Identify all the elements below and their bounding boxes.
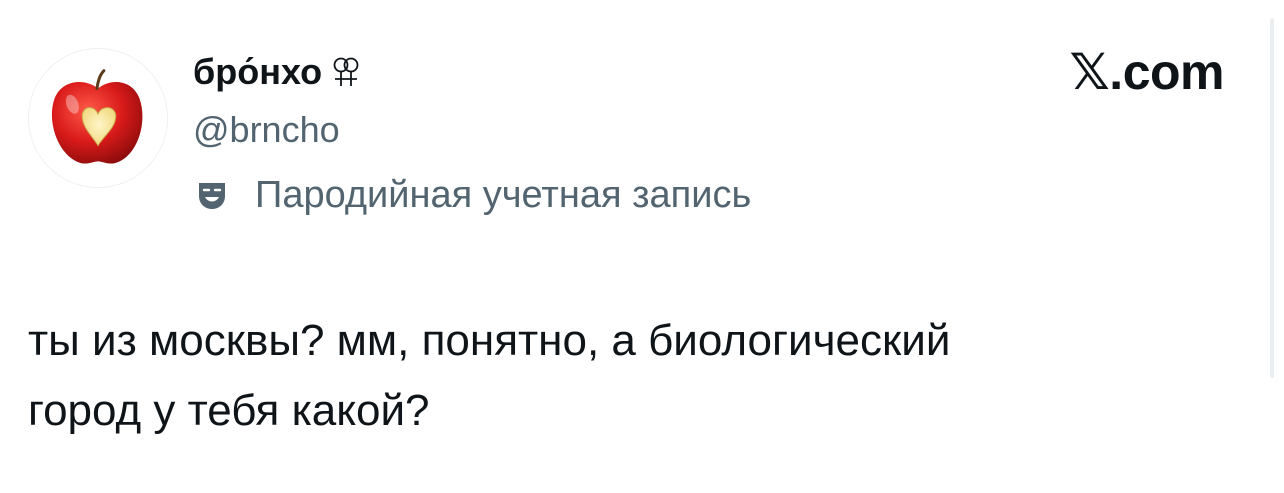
author-name[interactable]: бро́нхо: [193, 48, 360, 96]
x-com-logo[interactable]: 𝕏.com: [1070, 44, 1225, 100]
tweet-text: ты из москвы? мм, понятно, а биологическ…: [28, 306, 1248, 446]
apple-heart-icon: [29, 49, 167, 187]
parody-account-label: Пародийная учетная запись: [193, 170, 751, 220]
parody-label-text: Пародийная учетная запись: [255, 174, 752, 216]
double-female-sign-icon: [332, 55, 360, 89]
tweet-card: бро́нхо @brncho Пародийная учетная запис…: [0, 0, 1284, 493]
tweet-text-line: город у тебя какой?: [28, 386, 430, 435]
theater-mask-icon: [193, 176, 231, 214]
avatar[interactable]: [28, 48, 168, 188]
author-handle[interactable]: @brncho: [193, 108, 340, 152]
scrollbar-track[interactable]: [1270, 18, 1274, 378]
author-display-name[interactable]: бро́нхо: [193, 54, 322, 90]
tweet-text-line: ты из москвы? мм, понятно, а биологическ…: [28, 316, 951, 365]
